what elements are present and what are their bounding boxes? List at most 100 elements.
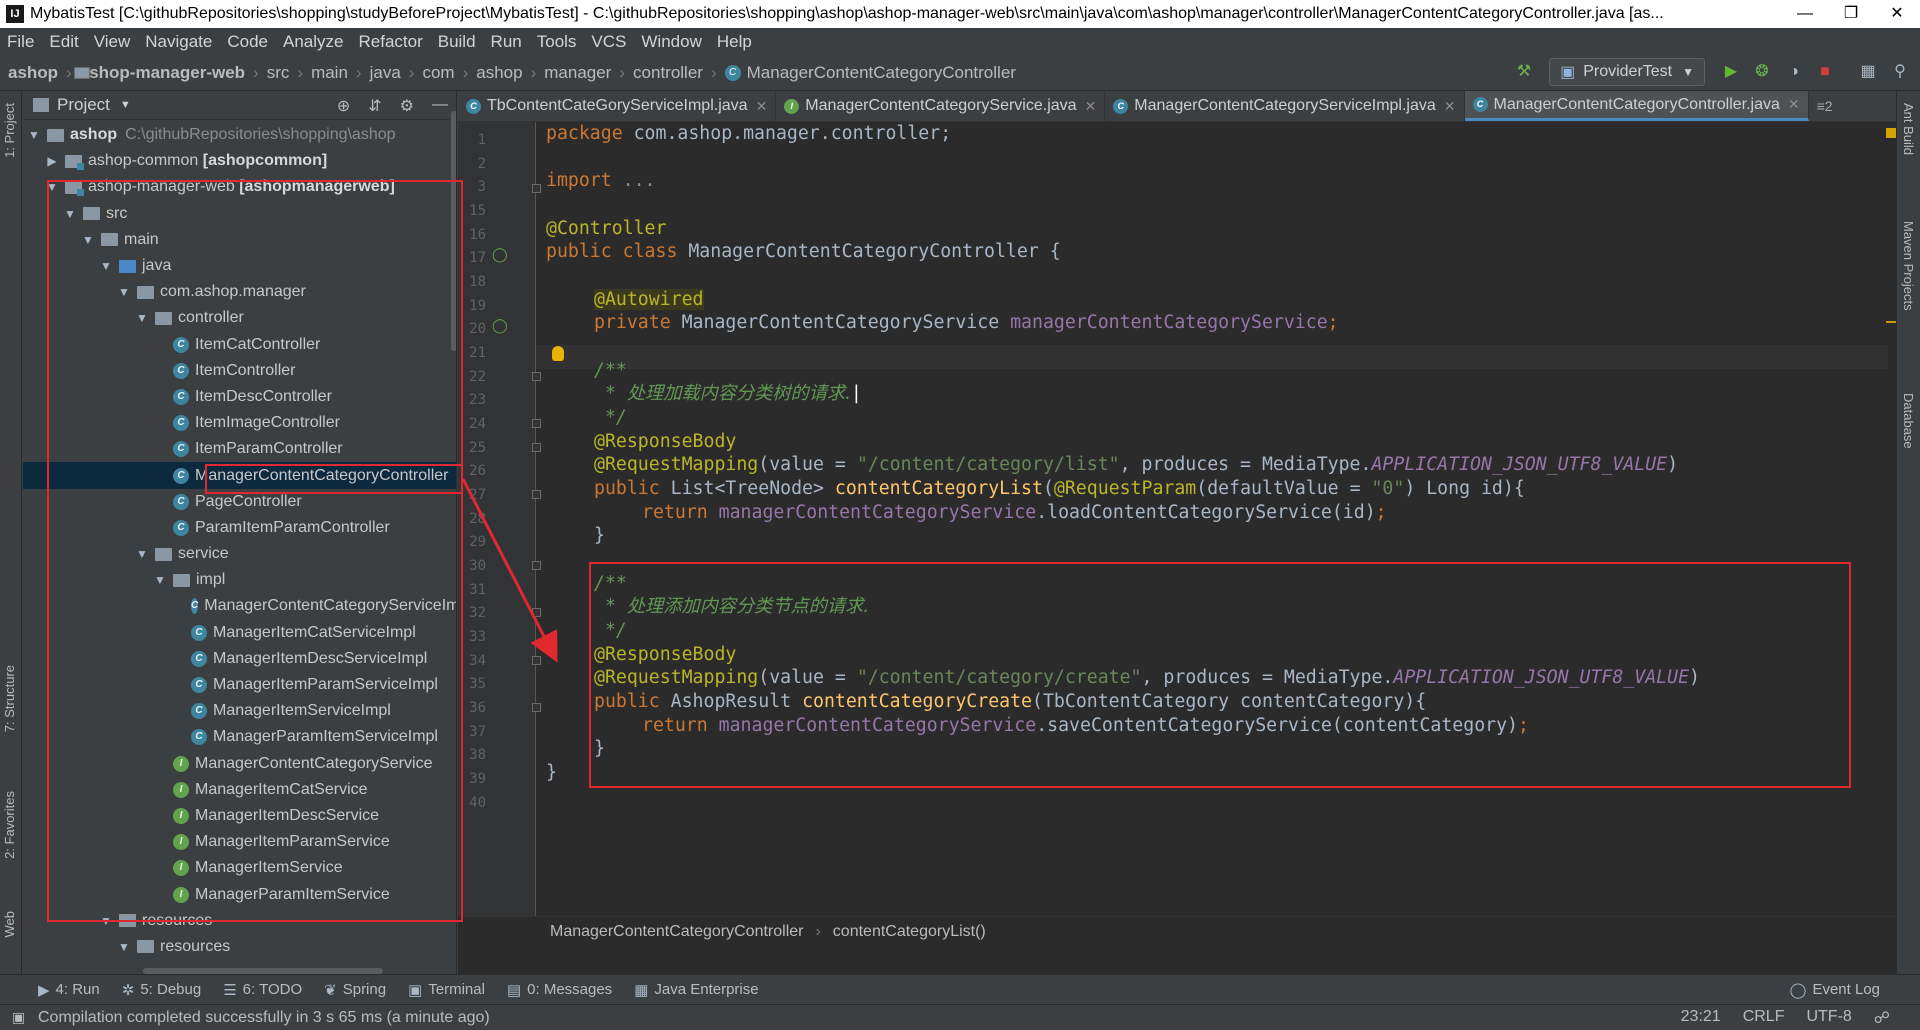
tree-node-package[interactable]: ▼ impl: [23, 567, 456, 593]
tool-terminal[interactable]: ▣ Terminal: [408, 981, 485, 999]
breadcrumb-src[interactable]: src ›: [74, 63, 303, 83]
tab-project[interactable]: 1: Project: [2, 103, 17, 158]
tree-node-interface[interactable]: I ManagerItemParamService: [23, 829, 456, 855]
code-area[interactable]: package com.ashop.manager.controller; im…: [546, 122, 1886, 916]
fold-marker-icon[interactable]: [532, 419, 541, 428]
project-view-selector[interactable]: Project: [57, 95, 110, 115]
tool-spring[interactable]: ❦ Spring: [324, 981, 386, 999]
project-vertical-scrollbar[interactable]: [451, 111, 456, 351]
tree-node-class[interactable]: C ManagerItemCatServiceImpl: [23, 620, 456, 646]
menu-file[interactable]: File: [0, 32, 42, 52]
tab-managercontentcategoryserviceimpl[interactable]: C ManagerContentCategoryServiceImpl.java ✕: [1105, 91, 1465, 121]
collapse-arrow-icon[interactable]: ▶: [45, 154, 59, 168]
tree-node-class[interactable]: C ItemImageController: [23, 410, 456, 436]
fold-marker-icon[interactable]: [532, 443, 541, 452]
fold-marker-icon[interactable]: [532, 608, 541, 617]
error-stripe-mark[interactable]: [1886, 321, 1896, 323]
menu-build[interactable]: Build: [431, 32, 484, 52]
expand-arrow-icon[interactable]: ▼: [153, 573, 167, 587]
project-structure-icon[interactable]: ▦: [1858, 62, 1878, 82]
expand-arrow-icon[interactable]: ▼: [117, 940, 131, 954]
run-icon[interactable]: ▶: [1721, 62, 1741, 82]
tree-node-class[interactable]: C ManagerParamItemServiceImpl: [23, 724, 456, 750]
expand-arrow-icon[interactable]: ▼: [81, 233, 95, 247]
expand-arrow-icon[interactable]: ▼: [63, 207, 77, 221]
tool-java-enterprise[interactable]: ▦ Java Enterprise: [634, 981, 758, 999]
menu-code[interactable]: Code: [220, 32, 276, 52]
breadcrumb-main[interactable]: main ›: [74, 63, 362, 83]
tree-node-class[interactable]: C ItemDescController: [23, 384, 456, 410]
tab-tbcontentcategoryserviceimpl[interactable]: C TbContentCateGoryServiceImpl.java ✕: [458, 91, 777, 121]
close-icon[interactable]: ✕: [1874, 0, 1920, 28]
tree-node-interface[interactable]: I ManagerItemCatService: [23, 777, 456, 803]
line-separator[interactable]: CRLF: [1743, 1008, 1785, 1028]
menu-run[interactable]: Run: [484, 32, 530, 52]
fold-marker-icon[interactable]: [532, 490, 541, 499]
tree-node-package[interactable]: ▼ service: [23, 541, 456, 567]
tab-structure[interactable]: 7: Structure: [2, 665, 17, 732]
menu-window[interactable]: Window: [634, 32, 709, 52]
coverage-icon[interactable]: ◑: [1784, 62, 1804, 82]
expand-arrow-icon[interactable]: ▼: [135, 311, 149, 325]
fold-marker-icon[interactable]: [532, 703, 541, 712]
menu-view[interactable]: View: [87, 32, 139, 52]
expand-arrow-icon[interactable]: ▼: [27, 128, 41, 142]
tab-database[interactable]: Database: [1901, 393, 1916, 449]
close-icon[interactable]: ✕: [1085, 98, 1097, 115]
tree-node-class[interactable]: C ItemCatController: [23, 332, 456, 358]
hide-icon[interactable]: —: [432, 96, 448, 116]
breadcrumb-class[interactable]: C ManagerContentCategoryController: [724, 63, 1016, 83]
restore-icon[interactable]: ❐: [1828, 0, 1874, 28]
expand-arrow-icon[interactable]: ▼: [135, 547, 149, 561]
tab-web[interactable]: Web: [2, 911, 17, 938]
tool-event-log[interactable]: ◯ Event Log: [1790, 981, 1880, 999]
menu-tools[interactable]: Tools: [530, 32, 585, 52]
tree-node-class[interactable]: C ManagerItemParamServiceImpl: [23, 672, 456, 698]
chevron-down-icon[interactable]: ▼: [120, 99, 131, 111]
tree-node-interface[interactable]: I ManagerItemService: [23, 855, 456, 881]
tool-run[interactable]: ▶ 4: Run: [38, 981, 100, 999]
tab-managercontentcategoryservice[interactable]: I ManagerContentCategoryService.java ✕: [776, 91, 1106, 121]
menu-help[interactable]: Help: [710, 32, 760, 52]
lock-icon[interactable]: ☍: [1874, 1008, 1890, 1028]
tree-node-folder[interactable]: ▼ main: [23, 227, 456, 253]
locate-icon[interactable]: ⊕: [337, 96, 350, 116]
tree-node-class[interactable]: C ManagerItemServiceImpl: [23, 698, 456, 724]
tree-node-interface[interactable]: I ManagerParamItemService: [23, 881, 456, 907]
stop-icon[interactable]: ■: [1815, 62, 1835, 82]
tool-todo[interactable]: ☰ 6: TODO: [223, 981, 302, 999]
status-message[interactable]: Compilation completed successfully in 3 …: [38, 1009, 490, 1027]
tree-node-root[interactable]: ▼ ashop C:\githubRepositories\shopping\ash…: [23, 122, 456, 148]
close-icon[interactable]: ✕: [1444, 98, 1456, 115]
expand-arrow-icon[interactable]: ▼: [99, 914, 113, 928]
breadcrumb-class[interactable]: ManagerContentCategoryController: [550, 923, 803, 941]
fold-marker-icon[interactable]: [532, 656, 541, 665]
tree-node-class-selected[interactable]: C ManagerContentCategoryController: [23, 462, 456, 489]
tab-overflow[interactable]: ≡2: [1809, 91, 1841, 121]
minimize-icon[interactable]: —: [1782, 0, 1828, 28]
tree-node-module[interactable]: ▶ ashop-common [ashopcommon]: [23, 148, 456, 174]
breadcrumb-com[interactable]: com ›: [74, 63, 468, 83]
tab-maven-projects[interactable]: Maven Projects: [1901, 221, 1916, 311]
menu-navigate[interactable]: Navigate: [138, 32, 220, 52]
fold-marker-icon[interactable]: [532, 561, 541, 570]
tab-ant-build[interactable]: Ant Build: [1901, 103, 1916, 155]
file-encoding[interactable]: UTF-8: [1806, 1008, 1851, 1028]
tree-node-folder[interactable]: ▼ java: [23, 253, 456, 279]
fold-marker-icon[interactable]: [532, 184, 541, 193]
tree-node-folder[interactable]: ▼ src: [23, 201, 456, 227]
expand-arrow-icon[interactable]: ▼: [45, 180, 59, 194]
debug-icon[interactable]: ❂: [1752, 62, 1772, 82]
caret-position[interactable]: 23:21: [1681, 1008, 1721, 1028]
tree-node-class[interactable]: C ParamItemParamController: [23, 515, 456, 541]
tree-node-class[interactable]: C ItemParamController: [23, 436, 456, 462]
tool-messages[interactable]: ▤ 0: Messages: [507, 981, 612, 999]
menu-vcs[interactable]: VCS: [584, 32, 634, 52]
autowired-gutter-icon[interactable]: ◯: [492, 318, 508, 334]
expand-arrow-icon[interactable]: ▼: [99, 259, 113, 273]
search-icon[interactable]: ⚲: [1890, 62, 1910, 82]
menu-analyze[interactable]: Analyze: [276, 32, 351, 52]
collapse-icon[interactable]: ⇵: [368, 96, 381, 116]
breadcrumb-ashop-pkg[interactable]: ashop ›: [74, 63, 536, 83]
tab-managercontentcategorycontroller[interactable]: C ManagerContentCategoryController.java ✕: [1464, 91, 1809, 121]
